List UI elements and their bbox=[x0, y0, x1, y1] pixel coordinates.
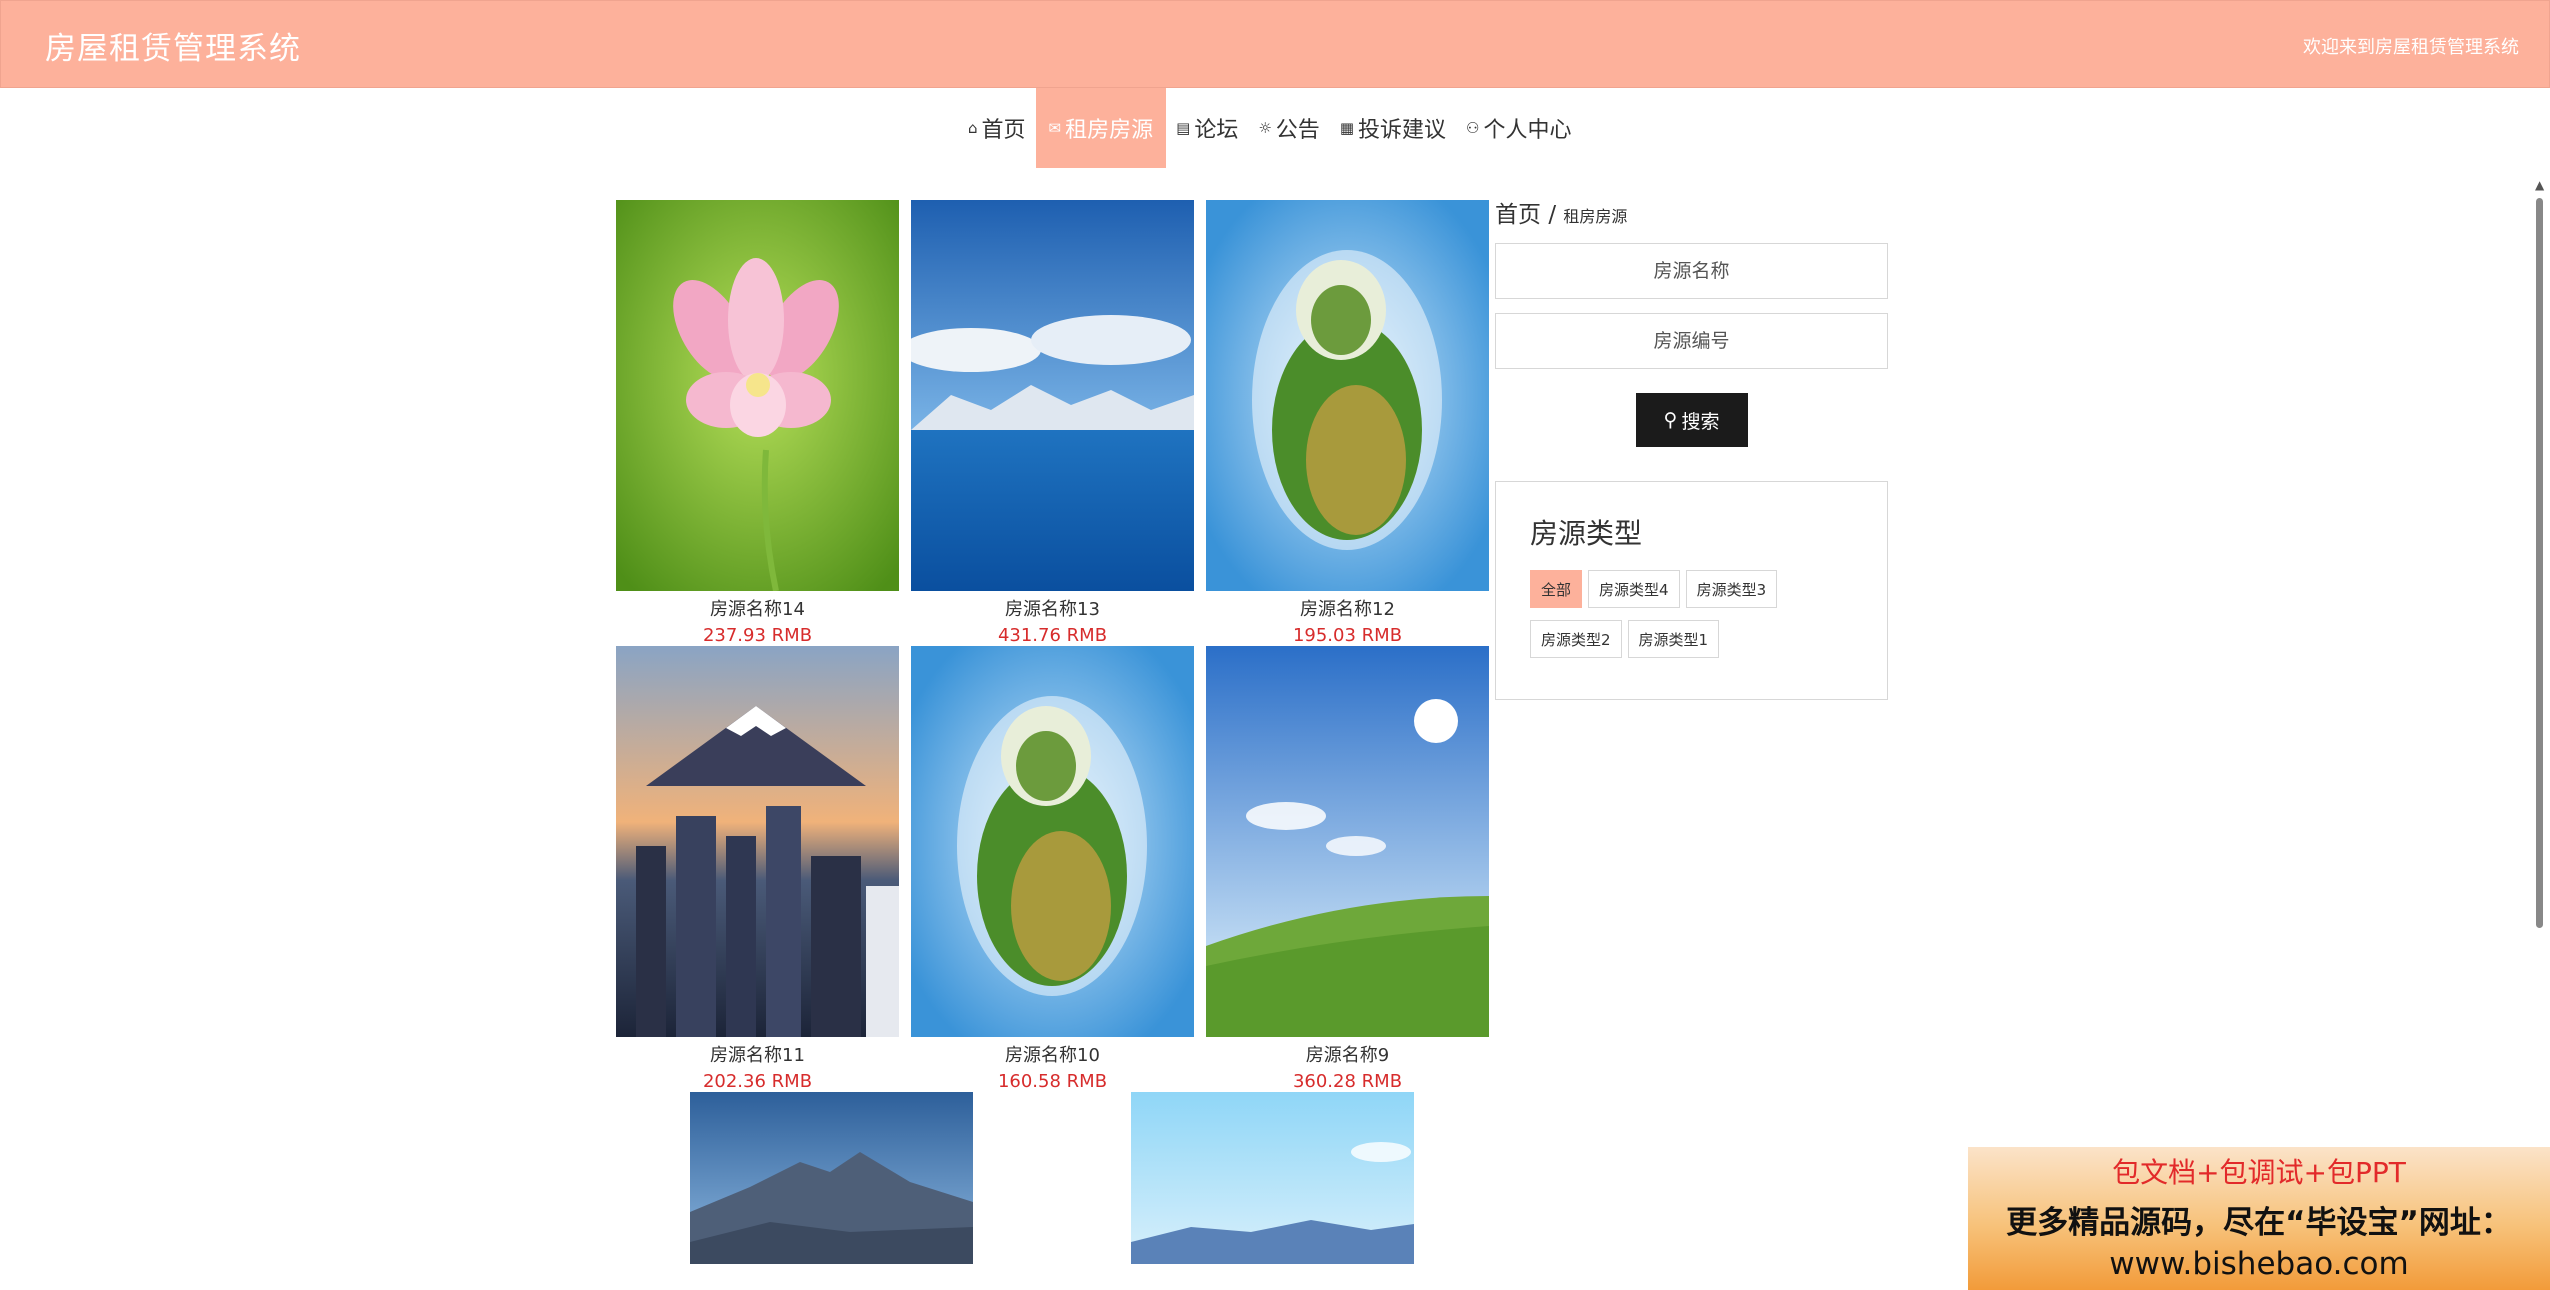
listing-image[interactable] bbox=[690, 1092, 973, 1264]
promo-line-2: 更多精品源码，尽在“毕设宝”网址： bbox=[2006, 1205, 2512, 1241]
listing-card[interactable] bbox=[1131, 1092, 1414, 1264]
listing-type-chips: 全部 房源类型4 房源类型3 房源类型2 房源类型1 bbox=[1530, 570, 1870, 664]
scroll-up-arrow-icon[interactable]: ▲ bbox=[2535, 178, 2544, 192]
listing-price: 360.28 RMB bbox=[1292, 1071, 1403, 1092]
listing-code-input[interactable] bbox=[1496, 329, 1887, 353]
listing-card[interactable]: 房源名称12 195.03 RMB bbox=[1206, 200, 1489, 646]
nav-item-complaints[interactable]: ▦ 投诉建议 bbox=[1330, 88, 1456, 168]
search-button-label: 搜索 bbox=[1681, 410, 1720, 433]
listing-code-field[interactable] bbox=[1495, 313, 1888, 369]
listing-name[interactable]: 房源名称14 bbox=[616, 595, 899, 621]
type-chip-4[interactable]: 房源类型4 bbox=[1588, 570, 1680, 608]
listing-name[interactable]: 房源名称13 bbox=[911, 595, 1194, 621]
listing-image[interactable] bbox=[911, 646, 1194, 1037]
listing-card[interactable]: 房源名称14 237.93 RMB bbox=[616, 200, 899, 646]
type-chip-1[interactable]: 房源类型1 bbox=[1627, 620, 1720, 658]
nav-item-home[interactable]: ⌂ 首页 bbox=[958, 88, 1036, 168]
listing-image[interactable] bbox=[616, 200, 899, 591]
listing-price: 160.58 RMB bbox=[997, 1071, 1108, 1092]
listing-name[interactable]: 房源名称10 bbox=[911, 1041, 1194, 1067]
search-icon: ⚲ bbox=[1663, 409, 1678, 431]
listing-image[interactable] bbox=[911, 200, 1194, 591]
listing-card[interactable]: 房源名称10 160.58 RMB bbox=[911, 646, 1194, 1092]
promo-banner[interactable]: 包文档+包调试+包PPT 更多精品源码，尽在“毕设宝”网址： www.bishe… bbox=[1968, 1147, 2550, 1290]
top-header: 房屋租赁管理系统 欢迎来到房屋租赁管理系统 bbox=[0, 0, 2550, 88]
sidebar: 首页 / 租房房源 ⚲ 搜索 房源类型 全部 房源类型4 房源类型3 房源类型2… bbox=[1495, 195, 1888, 700]
listing-card[interactable] bbox=[690, 1092, 973, 1264]
listing-type-panel: 房源类型 全部 房源类型4 房源类型3 房源类型2 房源类型1 bbox=[1495, 481, 1888, 700]
promo-line-1: 包文档+包调试+包PPT bbox=[2112, 1156, 2406, 1189]
scrollbar-thumb[interactable] bbox=[2536, 198, 2543, 928]
listing-image[interactable] bbox=[1131, 1092, 1414, 1264]
user-icon: ⚇ bbox=[1466, 119, 1480, 137]
nav-item-label: 租房房源 bbox=[1065, 118, 1154, 143]
app-title: 房屋租赁管理系统 bbox=[45, 31, 301, 67]
nav-item-announcement[interactable]: ☼ 公告 bbox=[1248, 88, 1329, 168]
breadcrumb-home[interactable]: 首页 bbox=[1495, 202, 1541, 228]
type-chip-2[interactable]: 房源类型2 bbox=[1530, 620, 1622, 658]
nav-item-label: 投诉建议 bbox=[1358, 118, 1447, 143]
listing-price: 237.93 RMB bbox=[702, 625, 813, 646]
promo-line-3: www.bishebao.com bbox=[2109, 1246, 2409, 1282]
listing-image[interactable] bbox=[616, 646, 899, 1037]
listing-name[interactable]: 房源名称11 bbox=[616, 1041, 899, 1067]
listing-type-title: 房源类型 bbox=[1530, 517, 1643, 550]
nav-item-rental-listings[interactable]: ✉ 租房房源 bbox=[1035, 88, 1167, 168]
listing-price: 202.36 RMB bbox=[702, 1071, 813, 1092]
grid-icon: ▦ bbox=[1339, 119, 1354, 137]
main-nav: ⌂ 首页 ✉ 租房房源 ▤ 论坛 ☼ 公告 ▦ 投诉建议 ⚇ 个人中心 bbox=[0, 88, 2550, 168]
type-chip-3[interactable]: 房源类型3 bbox=[1685, 570, 1778, 608]
listing-name[interactable]: 房源名称12 bbox=[1206, 595, 1489, 621]
listing-name-field[interactable] bbox=[1495, 243, 1888, 299]
breadcrumb: 首页 / 租房房源 bbox=[1495, 195, 1888, 229]
mail-icon: ✉ bbox=[1048, 119, 1062, 137]
listing-price: 431.76 RMB bbox=[997, 625, 1108, 646]
forum-icon: ▤ bbox=[1176, 119, 1191, 137]
listing-card[interactable]: 房源名称11 202.36 RMB bbox=[616, 646, 899, 1092]
listing-card[interactable]: 房源名称9 360.28 RMB bbox=[1206, 646, 1489, 1092]
listing-image[interactable] bbox=[1206, 646, 1489, 1037]
gear-icon: ☼ bbox=[1258, 119, 1272, 137]
listing-price: 195.03 RMB bbox=[1292, 625, 1403, 646]
type-chip-all[interactable]: 全部 bbox=[1530, 570, 1583, 608]
listing-card[interactable]: 房源名称13 431.76 RMB bbox=[911, 200, 1194, 646]
breadcrumb-current: 租房房源 bbox=[1563, 207, 1628, 226]
nav-item-profile[interactable]: ⚇ 个人中心 bbox=[1456, 88, 1581, 168]
nav-item-label: 公告 bbox=[1275, 118, 1320, 143]
nav-item-label: 个人中心 bbox=[1483, 118, 1572, 143]
welcome-text: 欢迎来到房屋租赁管理系统 bbox=[2303, 37, 2519, 58]
nav-item-label: 首页 bbox=[981, 118, 1026, 143]
listing-name[interactable]: 房源名称9 bbox=[1206, 1041, 1489, 1067]
listing-image[interactable] bbox=[1206, 200, 1489, 591]
home-icon: ⌂ bbox=[968, 119, 978, 137]
listing-name-input[interactable] bbox=[1496, 259, 1887, 283]
nav-item-label: 论坛 bbox=[1194, 118, 1239, 143]
breadcrumb-separator: / bbox=[1548, 202, 1557, 228]
search-button[interactable]: ⚲ 搜索 bbox=[1635, 393, 1748, 447]
nav-item-forum[interactable]: ▤ 论坛 bbox=[1166, 88, 1248, 168]
